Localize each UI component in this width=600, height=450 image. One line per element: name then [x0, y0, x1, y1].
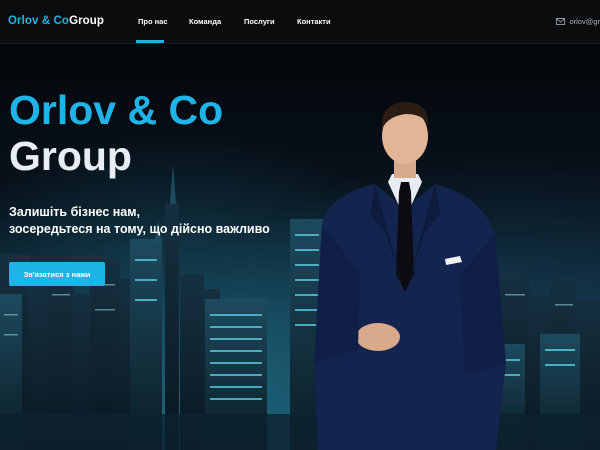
- nav-link-contacts[interactable]: Контакти: [297, 17, 331, 26]
- nav-link-about[interactable]: Про нас: [138, 17, 168, 26]
- site-logo[interactable]: Orlov & CoGroup: [8, 15, 104, 27]
- hero-title: Orlov & Co Group: [9, 87, 223, 179]
- header-email-text: orlov@gr: [569, 17, 600, 26]
- contact-us-button[interactable]: Зв'язатися з нами: [9, 262, 105, 286]
- mail-icon: [556, 18, 566, 25]
- hero-tagline-line2: зосередьтеся на тому, що дійсно важливо: [9, 222, 270, 236]
- hero-title-line1: Orlov & Co: [9, 87, 224, 133]
- header-email[interactable]: orlov@gr: [556, 17, 600, 26]
- nav-link-services[interactable]: Послуги: [244, 17, 275, 26]
- logo-rest-text: Group: [69, 15, 105, 27]
- active-nav-indicator: [136, 40, 164, 43]
- nav-link-team[interactable]: Команда: [189, 17, 221, 26]
- hero-tagline-line1: Залишіть бізнес нам,: [9, 205, 140, 219]
- logo-accent-text: Orlov & Co: [8, 15, 70, 27]
- hero-title-line2: Group: [9, 133, 132, 179]
- businessman-photo: [314, 102, 506, 450]
- hero-section: Orlov & Co Group Залишіть бізнес нам, зо…: [0, 44, 600, 450]
- top-navbar: Orlov & CoGroup Про нас Команда Послуги …: [0, 0, 600, 44]
- hero-tagline: Залишіть бізнес нам, зосередьтеся на том…: [9, 204, 309, 238]
